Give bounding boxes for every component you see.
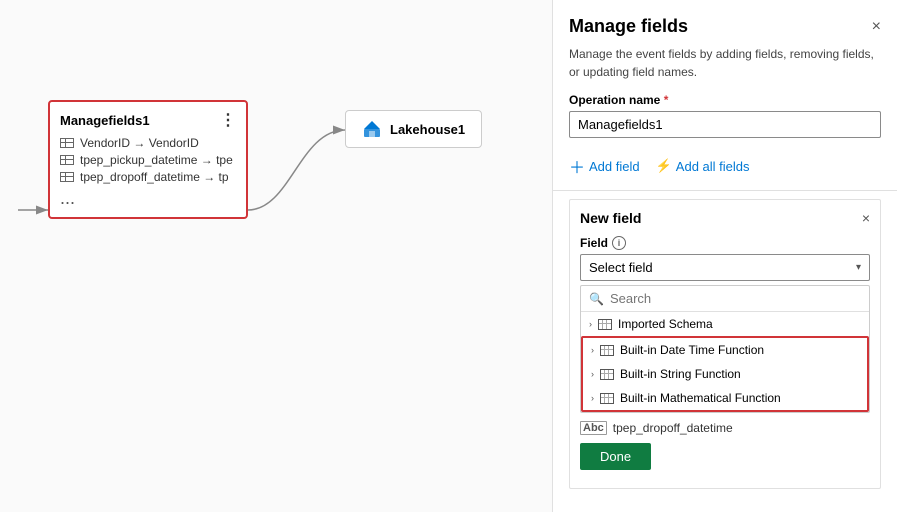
row-text: tpep_dropoff_datetime → tp [80,170,229,184]
search-input[interactable] [610,291,861,306]
dropdown-item-imported-schema[interactable]: › Imported Schema [581,312,869,336]
bottom-field-text: tpep_dropoff_datetime [613,421,733,435]
chevron-right-icon: › [591,345,594,355]
table-icon [60,155,74,165]
lakehouse-icon [362,119,382,139]
field-actions: ＋ Add field ⚡ Add all fields [553,146,897,190]
lakehouse-node[interactable]: Lakehouse1 [345,110,482,148]
new-field-header: New field × [580,210,870,226]
dropdown-item-label: Built-in String Function [620,367,741,381]
bottom-field-row: Abc tpep_dropoff_datetime [580,417,870,439]
lakehouse-title: Lakehouse1 [390,122,465,137]
divider [553,190,897,191]
panel-header: Manage fields × [553,0,897,45]
operation-name-input[interactable] [569,111,881,138]
plus-icon: ＋ [569,154,585,178]
abc-icon: Abc [580,421,607,435]
connectors-svg [0,0,552,512]
managefields-node[interactable]: Managefields1 ⋮ VendorID → VendorID tpep… [48,100,248,219]
table-icon [60,172,74,182]
table-icon [60,138,74,148]
field-label: Field i [580,236,870,250]
node-header: Managefields1 ⋮ [60,110,236,130]
node-title: Managefields1 [60,113,150,128]
required-star: * [664,93,669,107]
new-field-section: New field × Field i Select field ▾ 🔍 › [569,199,881,489]
new-field-close-button[interactable]: × [862,210,870,226]
operation-name-section: Operation name * [553,93,897,146]
node-row: tpep_dropoff_datetime → tp [60,170,236,184]
new-field-title: New field [580,210,641,226]
dropdown-item-math[interactable]: › Built-in Mathematical Function [583,386,867,410]
highlighted-group: › Built-in Date Time Function › Built-in… [581,336,869,412]
table-icon-small [598,319,612,330]
dropdown-item-string[interactable]: › Built-in String Function [583,362,867,386]
chevron-right-icon: › [591,393,594,403]
search-icon: 🔍 [589,292,604,306]
node-row: tpep_pickup_datetime → tpe [60,153,236,167]
info-icon: i [612,236,626,250]
lightning-icon: ⚡ [656,158,672,174]
manage-fields-panel: Manage fields × Manage the event fields … [552,0,897,512]
dropdown-item-label: Built-in Mathematical Function [620,391,781,405]
dropdown-item-label: Built-in Date Time Function [620,343,764,357]
canvas-area: Managefields1 ⋮ VendorID → VendorID tpep… [0,0,552,512]
chevron-right-icon: › [591,369,594,379]
table-icon-small [600,345,614,356]
node-row: VendorID → VendorID [60,136,236,150]
row-text: VendorID → VendorID [80,136,199,150]
add-field-button[interactable]: ＋ Add field [569,154,640,178]
chevron-right-icon: › [589,319,592,329]
chevron-down-icon: ▾ [856,262,861,273]
row-text: tpep_pickup_datetime → tpe [80,153,233,167]
node-more-indicator: ... [60,188,236,209]
table-icon-small [600,393,614,404]
field-dropdown-panel: 🔍 › Imported Schema › [580,285,870,413]
panel-close-button[interactable]: × [872,18,881,36]
select-field-placeholder: Select field [589,260,653,275]
node-menu-dots[interactable]: ⋮ [220,110,236,130]
search-box: 🔍 [581,286,869,312]
table-icon-small [600,369,614,380]
select-field-dropdown[interactable]: Select field ▾ [580,254,870,281]
panel-description: Manage the event fields by adding fields… [553,45,897,93]
dropdown-item-datetime[interactable]: › Built-in Date Time Function [583,338,867,362]
operation-label: Operation name * [569,93,881,107]
add-all-fields-button[interactable]: ⚡ Add all fields [656,154,750,178]
dropdown-item-label: Imported Schema [618,317,713,331]
panel-title: Manage fields [569,16,688,37]
done-button[interactable]: Done [580,443,651,470]
